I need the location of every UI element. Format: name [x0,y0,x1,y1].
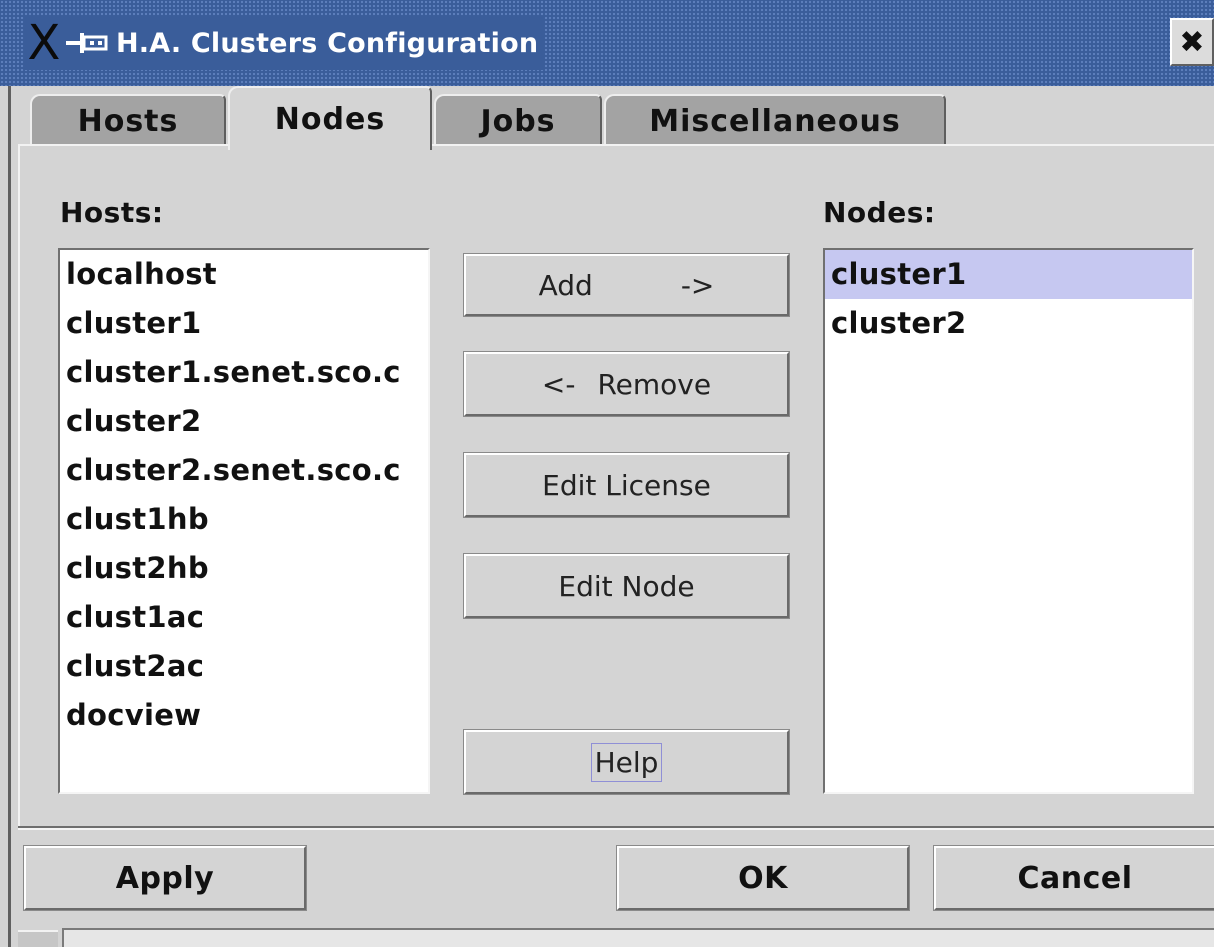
edit-license-button[interactable]: Edit License [463,452,790,518]
list-item[interactable]: docview [60,691,428,740]
nodes-list[interactable]: cluster1 cluster2 [823,248,1194,794]
close-button[interactable]: ✖ [1170,18,1214,66]
list-item[interactable]: clust1hb [60,495,428,544]
close-icon: ✖ [1179,24,1205,60]
list-item[interactable]: localhost [60,250,428,299]
list-item[interactable]: clust1ac [60,593,428,642]
tab-hosts[interactable]: Hosts [30,94,226,146]
nodes-label: Nodes: [823,196,936,229]
edit-node-button[interactable]: Edit Node [463,553,790,619]
divider [18,826,1214,830]
list-item[interactable]: cluster2 [60,397,428,446]
arrow-right-icon: -> [680,268,715,302]
tab-jobs[interactable]: Jobs [434,94,602,146]
status-bar-left [18,930,58,947]
list-item[interactable]: cluster2.senet.sco.c [60,446,428,495]
cancel-button[interactable]: Cancel [933,845,1214,911]
window-title: H.A. Clusters Configuration [116,27,539,59]
remove-button-label: Remove [597,367,712,401]
list-item[interactable]: clust2ac [60,642,428,691]
list-item[interactable]: cluster2 [825,299,1192,348]
list-item[interactable]: clust2hb [60,544,428,593]
list-item[interactable]: cluster1 [60,299,428,348]
pin-icon[interactable] [66,28,110,58]
list-item-selected[interactable]: cluster1 [825,250,1192,299]
remove-button[interactable]: <- Remove [463,351,790,417]
status-bar [62,928,1214,947]
hosts-list[interactable]: localhost cluster1 cluster1.senet.sco.c … [58,248,430,794]
help-button[interactable]: Help [463,729,790,795]
hosts-label: Hosts: [60,196,164,229]
ok-button[interactable]: OK [616,845,910,911]
apply-button[interactable]: Apply [23,845,307,911]
arrow-left-icon: <- [541,367,576,401]
x-logo-icon[interactable]: X [24,19,64,67]
tab-nodes[interactable]: Nodes [228,86,432,150]
tab-miscellaneous[interactable]: Miscellaneous [604,94,946,146]
title-bar-left: X H.A. Clusters Configuration [24,16,544,70]
add-button-label: Add [538,268,593,302]
help-button-label: Help [590,742,663,782]
window-border [8,86,11,947]
add-button[interactable]: Add -> [463,253,790,317]
list-item[interactable]: cluster1.senet.sco.c [60,348,428,397]
